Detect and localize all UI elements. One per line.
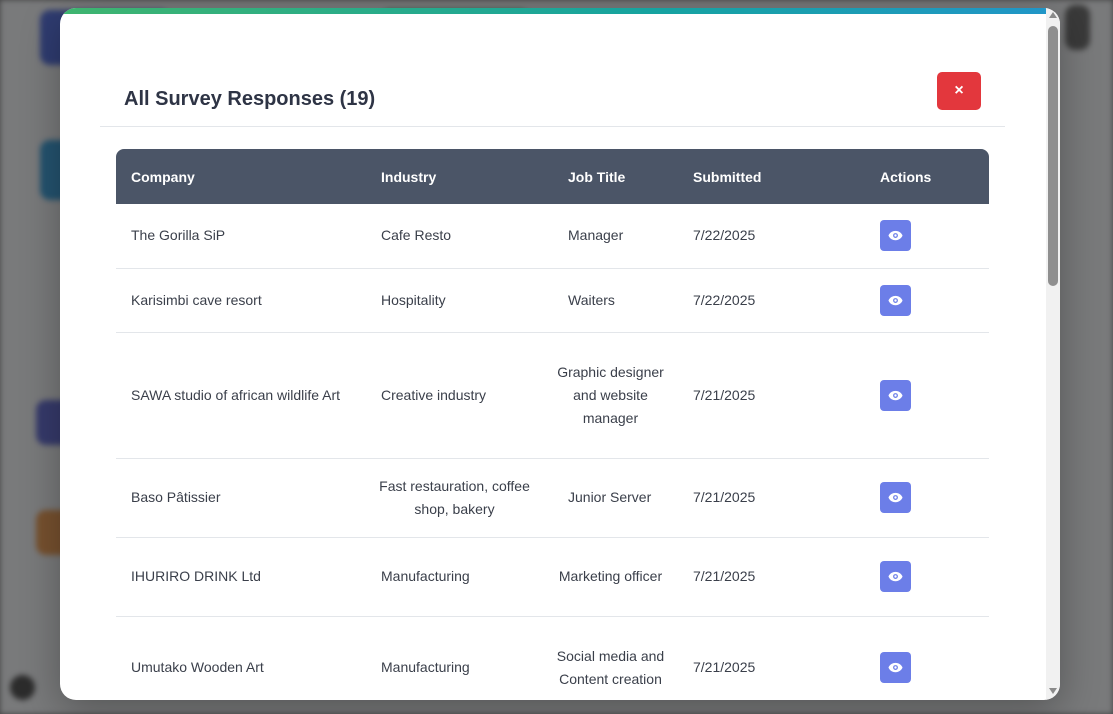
modal-scrollbar[interactable]	[1046, 8, 1060, 700]
cell-industry: Manufacturing	[366, 537, 553, 617]
modal-body: All Survey Responses (19) × Company Indu…	[60, 14, 1046, 700]
table-header-row: Company Industry Job Title Submitted Act…	[116, 149, 989, 204]
column-header-company[interactable]: Company	[116, 149, 366, 204]
view-response-button[interactable]	[880, 652, 911, 683]
cell-job-title: Social media and Content creation	[553, 616, 678, 700]
cell-job-title: Manager	[553, 204, 678, 269]
view-response-button[interactable]	[880, 284, 911, 316]
modal-title: All Survey Responses (19)	[124, 88, 376, 110]
cell-company: Umutako Wooden Art	[116, 616, 366, 700]
modal-header: All Survey Responses (19) ×	[100, 14, 1005, 127]
cell-actions	[865, 332, 989, 459]
table-row: IHURIRO DRINK Ltd Manufacturing Marketin…	[116, 537, 989, 617]
close-button[interactable]: ×	[937, 72, 981, 110]
view-response-button[interactable]	[880, 379, 911, 411]
column-header-submitted[interactable]: Submitted	[678, 149, 865, 204]
cell-submitted: 7/21/2025	[678, 616, 865, 700]
cell-industry: Creative industry	[366, 332, 553, 459]
cell-submitted: 7/21/2025	[678, 537, 865, 617]
cell-submitted: 7/21/2025	[678, 332, 865, 459]
eye-icon	[888, 390, 903, 400]
cell-job-title: Waiters	[553, 268, 678, 333]
cell-submitted: 7/22/2025	[678, 204, 865, 269]
table-row: Baso Pâtissier Fast restauration, coffee…	[116, 458, 989, 538]
cell-actions	[865, 204, 989, 269]
cell-industry: Cafe Resto	[366, 204, 553, 269]
responses-table: Company Industry Job Title Submitted Act…	[116, 149, 989, 700]
cell-actions	[865, 458, 989, 538]
eye-icon	[888, 662, 903, 673]
cell-actions	[865, 616, 989, 700]
eye-icon	[888, 231, 903, 241]
cell-company: IHURIRO DRINK Ltd	[116, 537, 366, 617]
cell-industry: Manufacturing	[366, 616, 553, 700]
cell-job-title: Marketing officer	[553, 537, 678, 617]
eye-icon	[888, 492, 903, 503]
cell-submitted: 7/21/2025	[678, 458, 865, 538]
scrollbar-thumb[interactable]	[1048, 26, 1058, 286]
responses-table-container: Company Industry Job Title Submitted Act…	[116, 149, 989, 700]
cell-industry: Hospitality	[366, 268, 553, 333]
cell-industry: Fast restauration, coffee shop, bakery	[366, 458, 553, 538]
column-header-job-title[interactable]: Job Title	[553, 149, 678, 204]
cell-company: SAWA studio of african wildlife Art	[116, 332, 366, 459]
eye-icon	[888, 571, 903, 582]
table-row: The Gorilla SiP Cafe Resto Manager 7/22/…	[116, 204, 989, 269]
table-row: Karisimbi cave resort Hospitality Waiter…	[116, 268, 989, 333]
cell-submitted: 7/22/2025	[678, 268, 865, 333]
table-row: SAWA studio of african wildlife Art Crea…	[116, 332, 989, 459]
scroll-down-icon[interactable]	[1049, 688, 1057, 694]
view-response-button[interactable]	[880, 482, 911, 513]
survey-responses-modal: All Survey Responses (19) × Company Indu…	[60, 8, 1060, 700]
cell-actions	[865, 268, 989, 333]
close-icon: ×	[954, 82, 964, 99]
table-row: Umutako Wooden Art Manufacturing Social …	[116, 616, 989, 700]
view-response-button[interactable]	[880, 561, 911, 592]
column-header-industry[interactable]: Industry	[366, 149, 553, 204]
cell-job-title: Junior Server	[553, 458, 678, 538]
scroll-up-icon[interactable]	[1049, 12, 1057, 18]
eye-icon	[888, 295, 903, 305]
view-response-button[interactable]	[880, 220, 911, 252]
cell-job-title: Graphic designer and website manager	[553, 332, 678, 459]
cell-actions	[865, 537, 989, 617]
cell-company: The Gorilla SiP	[116, 204, 366, 269]
column-header-actions: Actions	[880, 168, 932, 185]
cell-company: Karisimbi cave resort	[116, 268, 366, 333]
cell-company: Baso Pâtissier	[116, 458, 366, 538]
